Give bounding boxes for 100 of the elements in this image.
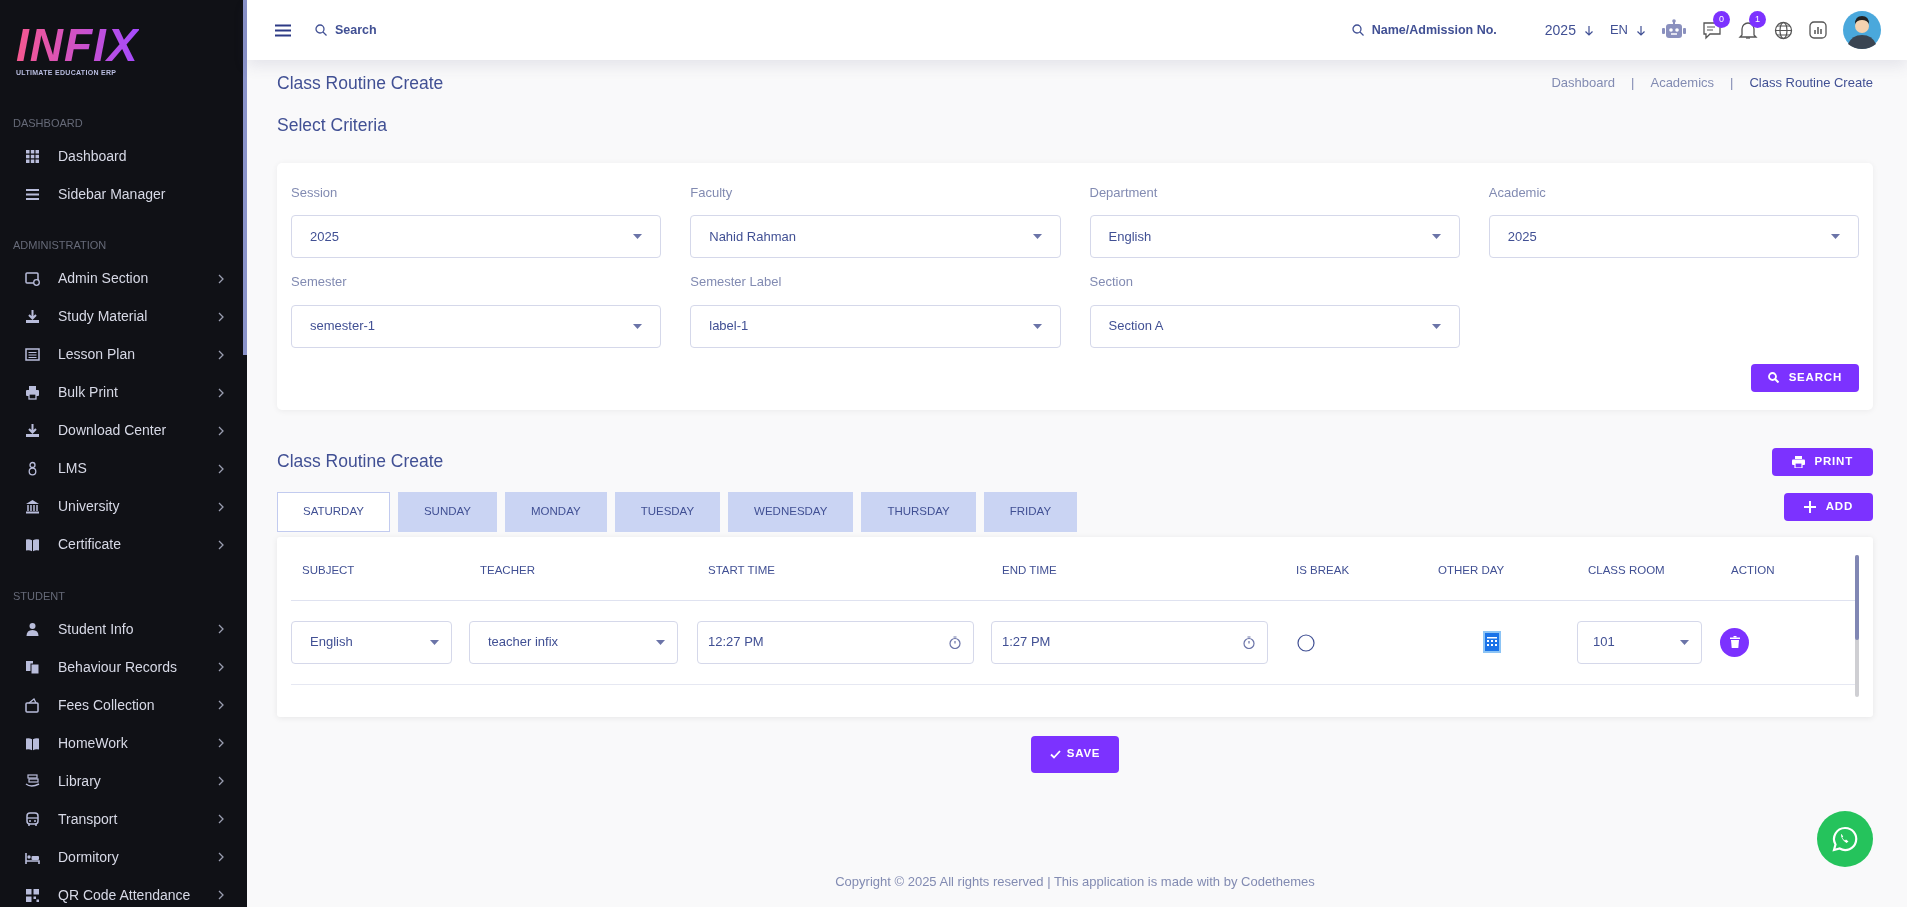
sidebar-item[interactable]: Admin Section — [0, 259, 247, 298]
calendar-checkbox-icon[interactable] — [1483, 631, 1501, 653]
section-title: Class Routine Create — [277, 450, 444, 474]
sidebar-section-title: DASHBOARD — [12, 115, 84, 131]
trash-icon — [1729, 636, 1740, 648]
caret-down-icon — [633, 323, 643, 329]
chat-bubble-icon — [1831, 825, 1859, 853]
select-field[interactable]: Section A — [1089, 304, 1460, 348]
timer-icon — [1243, 635, 1255, 649]
field-label: Academic — [1488, 183, 1547, 202]
day-tab[interactable]: MONDAY — [505, 491, 607, 532]
caret-down-icon — [1831, 234, 1840, 239]
select-field[interactable]: English — [1089, 215, 1460, 258]
student-search-link[interactable]: Name/Admission No. — [1351, 20, 1497, 40]
sidebar-item[interactable]: Dashboard — [0, 137, 247, 175]
select-field[interactable]: 101 — [1577, 620, 1702, 664]
page-title: Class Routine Create — [277, 72, 444, 95]
bus-icon — [25, 811, 40, 827]
sidebar-item[interactable]: Student Info — [0, 610, 247, 648]
notification-count-badge: 1 — [1749, 11, 1766, 28]
chart-icon[interactable] — [1809, 21, 1827, 39]
breadcrumb-separator: | — [1631, 74, 1635, 93]
field-label: Semester — [291, 273, 348, 291]
sidebar-item[interactable]: Lesson Plan — [0, 335, 247, 374]
search-link[interactable]: Search — [315, 20, 377, 40]
menu-icon — [25, 186, 40, 202]
arrow-down-icon — [1583, 24, 1594, 36]
column-header: OTHER DAY — [1437, 563, 1506, 579]
sidebar-item[interactable]: Download Center — [0, 411, 247, 450]
time-field[interactable]: 12:27 PM — [697, 620, 974, 664]
day-tab[interactable]: SUNDAY — [397, 491, 497, 532]
select-field[interactable]: semester-1 — [291, 304, 662, 348]
arrow-down-icon — [1636, 24, 1646, 36]
select-field[interactable]: teacher infix — [469, 620, 678, 664]
menu-icon — [275, 24, 291, 38]
download-icon — [25, 309, 40, 324]
language-dropdown[interactable]: EN — [1609, 20, 1646, 40]
select-field[interactable]: Nahid Rahman — [690, 215, 1061, 258]
sidebar-item[interactable]: HomeWork — [0, 724, 247, 762]
select-field[interactable]: label-1 — [690, 304, 1061, 348]
message-count-badge: 0 — [1713, 11, 1730, 28]
sidebar-item[interactable]: University — [0, 487, 247, 526]
plus-icon — [1803, 500, 1816, 513]
sidebar-item[interactable]: Dormitory — [0, 838, 247, 876]
globe-icon[interactable] — [1774, 20, 1793, 40]
timer-icon — [949, 635, 961, 649]
time-field[interactable]: 1:27 PM — [991, 620, 1268, 664]
field-label: Department — [1089, 183, 1159, 202]
field-label: Session — [291, 183, 339, 202]
sidebar-item[interactable]: LMS — [0, 449, 247, 488]
radio-button[interactable] — [1297, 633, 1315, 652]
column-header: SUBJECT — [301, 563, 356, 579]
day-tab[interactable]: WEDNESDAY — [728, 491, 854, 532]
year-dropdown[interactable]: 2025 — [1544, 19, 1594, 41]
robot-icon[interactable] — [1662, 19, 1686, 41]
avatar-icon[interactable] — [1843, 11, 1881, 49]
select-field[interactable]: English — [291, 620, 452, 664]
add-button[interactable]: ADD — [1783, 492, 1873, 521]
table-scrollbar[interactable] — [1855, 554, 1859, 697]
column-header: START TIME — [707, 563, 776, 579]
caret-down-icon — [1032, 323, 1042, 329]
search-button[interactable]: SEARCH — [1750, 363, 1859, 392]
day-tab[interactable]: THURSDAY — [861, 491, 976, 532]
field-label: Faculty — [690, 183, 734, 202]
bank-icon — [25, 499, 40, 514]
sidebar-item[interactable]: Fees Collection — [0, 686, 247, 724]
sidebar-item[interactable]: Transport — [0, 800, 247, 838]
column-header: ACTION — [1730, 563, 1776, 579]
list-icon — [25, 347, 40, 362]
sidebar-item[interactable]: Bulk Print — [0, 373, 247, 412]
field-label: Semester Label — [690, 273, 783, 291]
sidebar-item[interactable]: Certificate — [0, 525, 247, 564]
save-button[interactable]: SAVE — [1030, 735, 1120, 773]
search-icon — [1767, 372, 1779, 383]
qr-code-icon — [25, 887, 40, 903]
sidebar-item[interactable]: Library — [0, 762, 247, 800]
sidebar-scrollbar[interactable] — [243, 0, 247, 355]
delete-button[interactable] — [1720, 627, 1749, 657]
caret-down-icon — [656, 639, 665, 645]
documents-icon — [25, 659, 40, 675]
sidebar-item[interactable]: Sidebar Manager — [0, 175, 247, 213]
day-tab[interactable]: FRIDAY — [983, 491, 1078, 532]
select-field[interactable]: 2025 — [291, 215, 662, 258]
sidebar-item[interactable]: QR Code Attendance — [0, 876, 247, 907]
breadcrumb-current: Class Routine Create — [1749, 74, 1873, 93]
breadcrumb-separator: | — [1730, 74, 1734, 93]
column-header: TEACHER — [479, 563, 536, 579]
print-button[interactable]: PRINT — [1771, 447, 1873, 476]
section-title: Select Criteria — [277, 114, 388, 138]
day-tab[interactable]: SATURDAY — [277, 491, 390, 532]
bell-icon[interactable] — [1738, 20, 1758, 40]
column-header: IS BREAK — [1295, 563, 1351, 579]
sidebar-item[interactable]: Study Material — [0, 297, 247, 336]
select-field[interactable]: 2025 — [1488, 215, 1859, 258]
sidebar-item[interactable]: Behaviour Records — [0, 648, 247, 686]
chat-icon[interactable] — [1702, 20, 1722, 40]
day-tab[interactable]: TUESDAY — [614, 491, 721, 532]
caret-down-icon — [633, 234, 643, 239]
caret-down-icon — [1680, 639, 1689, 645]
book-icon — [25, 735, 40, 751]
